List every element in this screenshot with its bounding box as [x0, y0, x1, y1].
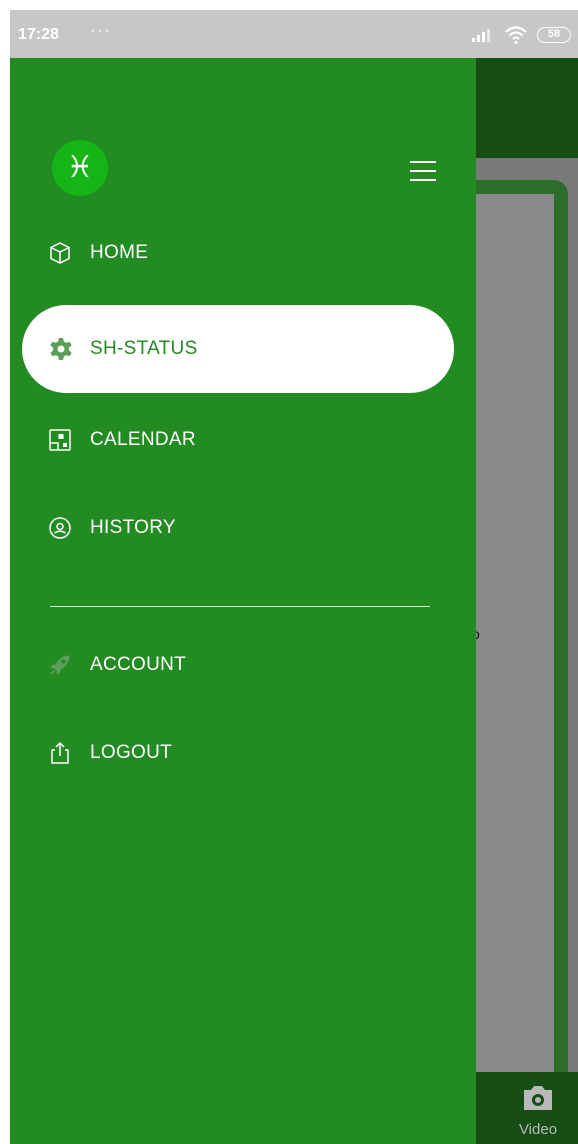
nav-item-history-label: HISTORY: [90, 517, 176, 538]
video-tab[interactable]: Video: [510, 1084, 566, 1138]
wifi-icon: [505, 26, 527, 45]
rocket-icon: [50, 655, 70, 675]
signal-icon: [472, 29, 490, 42]
history-icon: [49, 517, 71, 539]
camera-icon: [524, 1086, 552, 1110]
calendar-icon: [49, 429, 71, 451]
video-tab-label: Video: [518, 1121, 558, 1138]
nav-item-logout-label: LOGOUT: [90, 742, 173, 763]
nav-item-sh-status[interactable]: SH-STATUS: [22, 305, 454, 393]
nav-item-home-label: HOME: [90, 242, 149, 263]
nav-item-sh-status-label: SH-STATUS: [90, 338, 198, 359]
nav-item-calendar-label: CALENDAR: [90, 429, 196, 450]
nav-item-account-label: ACCOUNT: [90, 654, 187, 675]
logout-icon: [51, 741, 69, 764]
gear-icon: [50, 338, 72, 360]
cube-icon: [50, 242, 70, 264]
hamburger-menu-icon[interactable]: [410, 160, 436, 182]
status-time: 17:28: [18, 26, 59, 43]
drawer-divider: [50, 606, 430, 607]
status-notification-dots: ···: [90, 22, 112, 39]
status-bar: 17:28 ··· 58: [10, 10, 578, 58]
battery-indicator: 58: [537, 27, 571, 43]
navigation-drawer: ♓ HOME SH-STATUS CALENDAR HISTORY ACCOUN…: [10, 58, 476, 1144]
app-logo: ♓: [52, 140, 108, 196]
screen: 17:28 ··· 58 o Video: [10, 10, 578, 1144]
